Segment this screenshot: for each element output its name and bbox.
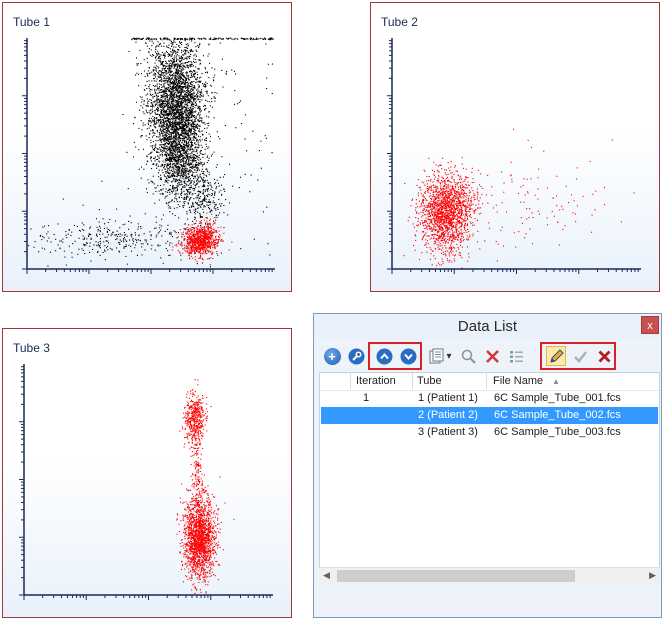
plot-axes (19, 364, 273, 600)
search-button[interactable] (458, 346, 478, 366)
column-header-tube[interactable]: Tube (417, 375, 442, 387)
cell-iteration: 1 (363, 392, 370, 404)
event-dots-red (403, 157, 482, 269)
cell-file-name: 6C Sample_Tube_001.fcs (494, 392, 621, 404)
scrollbar-thumb[interactable] (337, 570, 575, 582)
data-list-grid: Iteration Tube File Name ▲ 1 1 (Patient … (319, 372, 660, 584)
data-list-window: Data List x + ▾ Iteration Tube File Name… (313, 313, 662, 618)
scatter-plot (387, 38, 641, 274)
delete-icon (485, 349, 499, 363)
cell-tube: 1 (Patient 1) (418, 392, 478, 404)
event-dots-red (170, 220, 233, 266)
accept-check-icon (573, 350, 587, 363)
event-dots-black (28, 180, 271, 268)
plot-panel-tube-1[interactable]: Tube 1 (2, 2, 292, 292)
cell-tube: 2 (Patient 2) (418, 409, 478, 421)
add-icon: + (323, 347, 341, 365)
plot-axes (387, 38, 641, 274)
scroll-left-arrow-icon[interactable]: ◀ (323, 570, 330, 581)
cell-file-name: 6C Sample_Tube_003.fcs (494, 426, 621, 438)
accept-button[interactable] (570, 346, 590, 366)
table-row-selected[interactable]: 2 (Patient 2) 6C Sample_Tube_002.fcs (321, 407, 658, 424)
scatter-plot (22, 37, 275, 274)
cell-file-name: 6C Sample_Tube_002.fcs (494, 409, 621, 421)
copy-dropdown[interactable]: ▾ (444, 346, 454, 366)
table-row[interactable]: 1 1 (Patient 1) 6C Sample_Tube_001.fcs (321, 390, 658, 407)
plot-axes (22, 38, 275, 274)
window-titlebar[interactable]: Data List x (314, 314, 661, 340)
column-separator (486, 373, 487, 389)
search-icon (461, 349, 476, 364)
move-up-icon (376, 348, 392, 364)
delete-button[interactable] (482, 346, 502, 366)
move-up-button[interactable] (374, 346, 394, 366)
event-dots-red (176, 470, 235, 594)
column-separator (412, 373, 413, 389)
wrench-icon (348, 348, 364, 364)
horizontal-scrollbar[interactable]: ◀ ▶ (319, 567, 660, 584)
event-dots-black (131, 37, 274, 41)
plot-panel-tube-2[interactable]: Tube 2 (370, 2, 660, 292)
move-down-button[interactable] (398, 346, 418, 366)
list-settings-icon (509, 350, 523, 362)
table-row[interactable]: 3 (Patient 3) 6C Sample_Tube_003.fcs (321, 424, 658, 441)
window-title: Data List (457, 318, 518, 335)
copy-icon (429, 348, 443, 363)
plot-panel-tube-3[interactable]: Tube 3 (2, 328, 292, 618)
close-button[interactable]: x (641, 316, 659, 334)
move-down-icon (400, 348, 416, 364)
edit-pencil-icon (549, 348, 564, 363)
settings-button[interactable] (346, 346, 366, 366)
sort-ascending-icon: ▲ (552, 377, 560, 386)
column-header-file-name[interactable]: File Name (493, 375, 543, 387)
grid-header: Iteration Tube File Name ▲ (320, 373, 659, 391)
cancel-button[interactable] (594, 346, 614, 366)
column-header-iteration[interactable]: Iteration (356, 375, 396, 387)
cell-tube: 3 (Patient 3) (418, 426, 478, 438)
scatter-plot (19, 364, 273, 600)
list-settings-button[interactable] (506, 346, 526, 366)
add-button[interactable]: + (322, 346, 342, 366)
copy-button[interactable] (426, 346, 446, 366)
column-separator (350, 373, 351, 389)
event-dots-black (122, 38, 237, 246)
edit-button[interactable] (546, 346, 566, 366)
cancel-x-icon (598, 350, 610, 362)
scroll-right-arrow-icon[interactable]: ▶ (649, 570, 656, 581)
toolbar: + ▾ (318, 342, 657, 370)
